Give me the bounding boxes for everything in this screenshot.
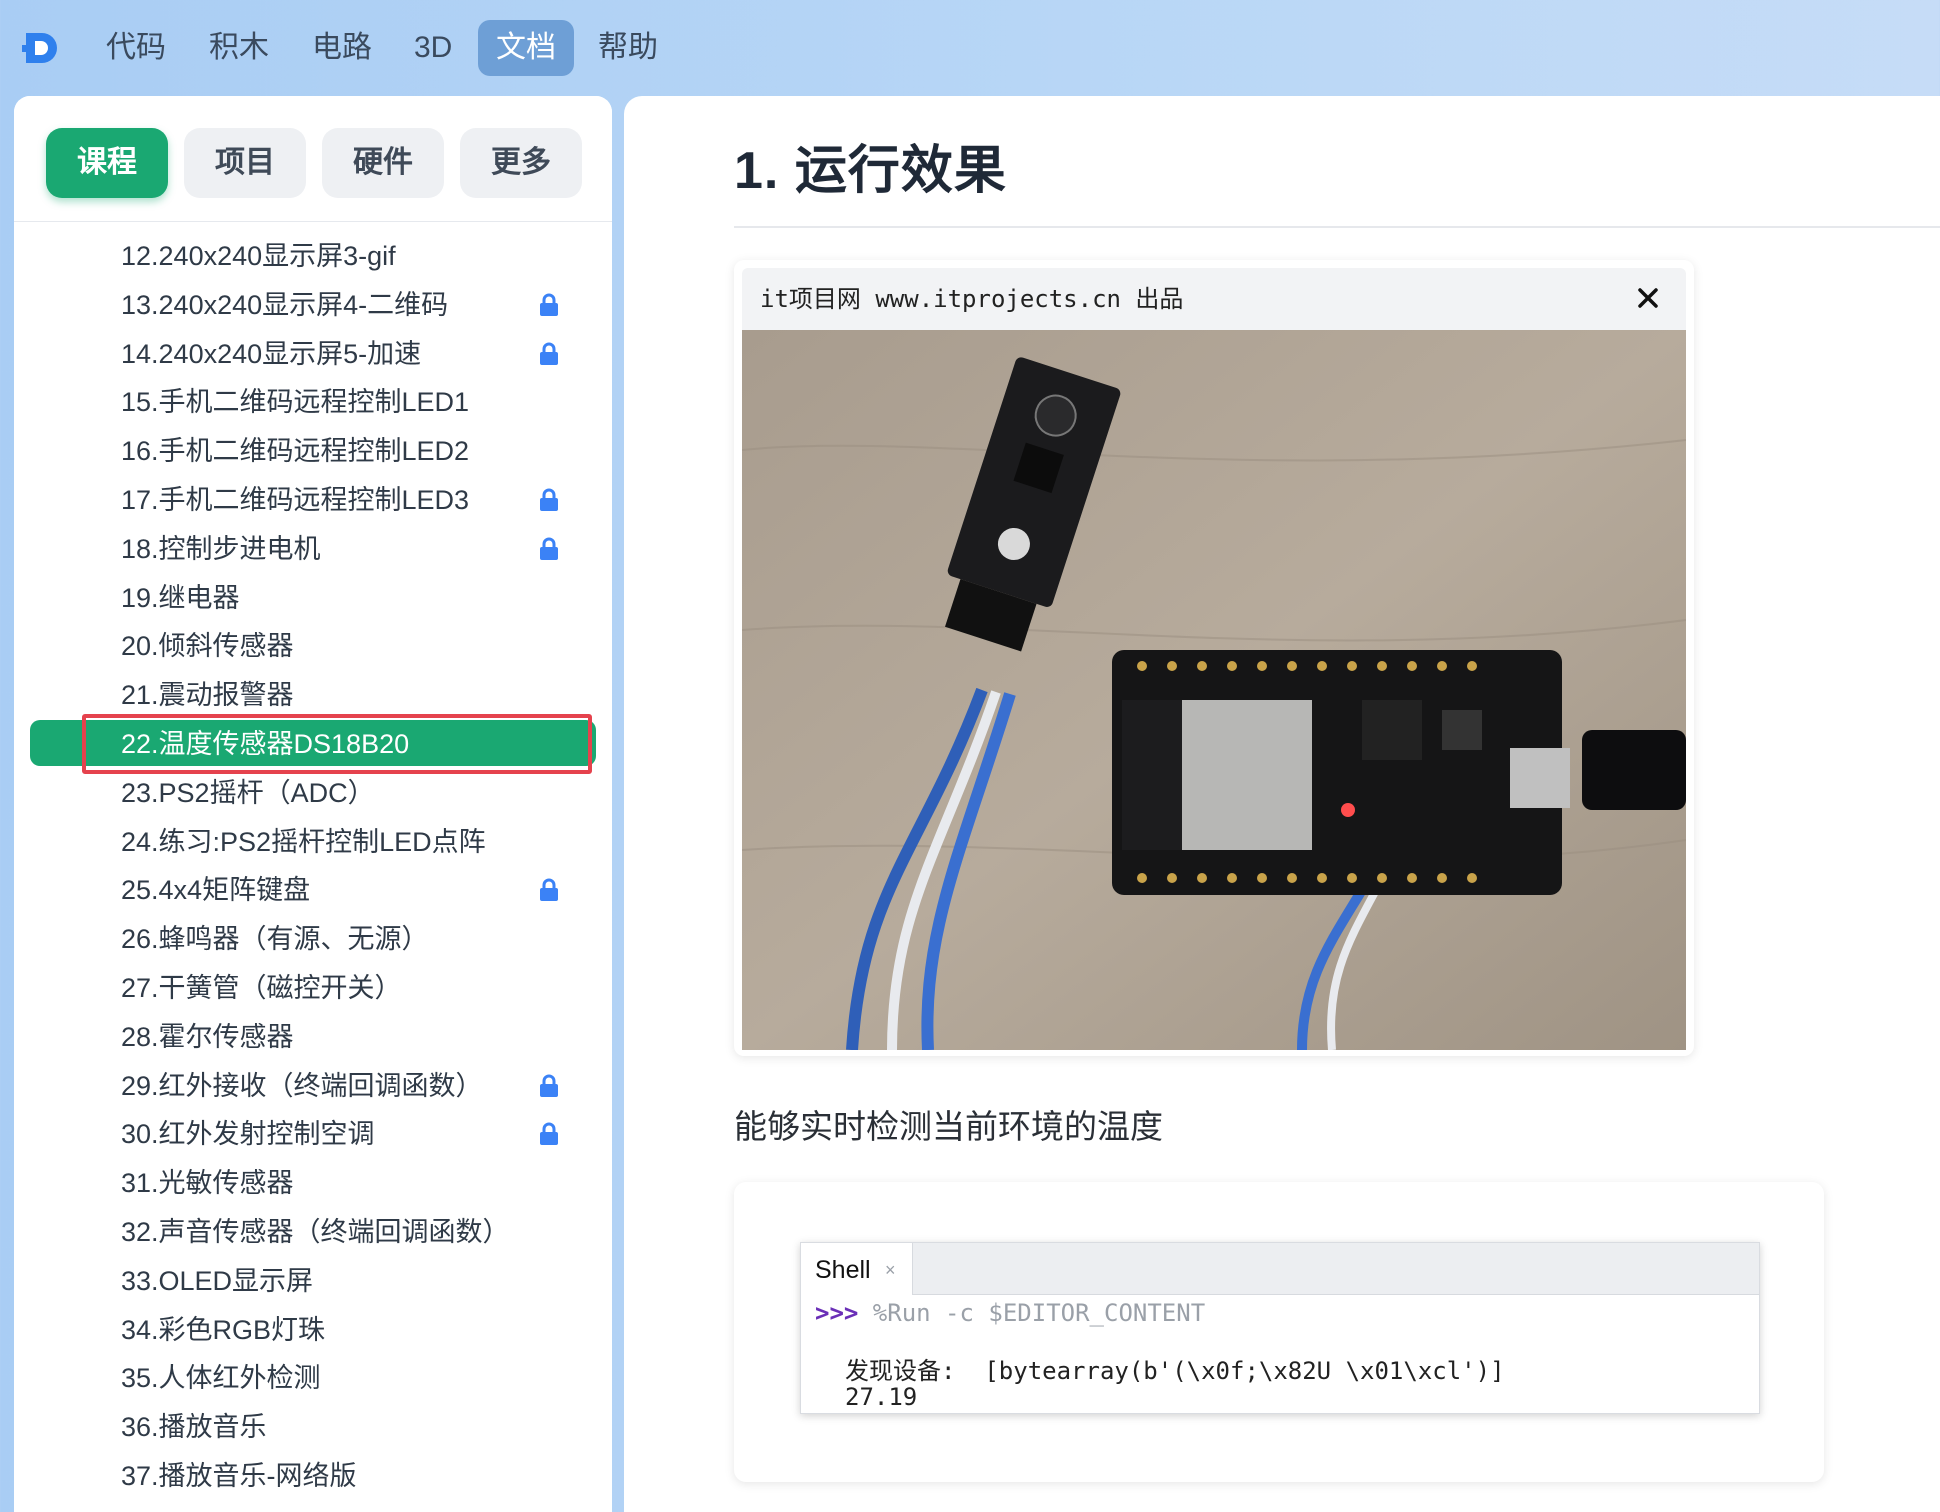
- course-item-label: 12.240x240显示屏3-gif: [121, 241, 396, 271]
- nav-docs[interactable]: 文档: [478, 20, 574, 76]
- course-item-label: 37.播放音乐-网络版: [121, 1461, 357, 1491]
- course-item[interactable]: 12.240x240显示屏3-gif: [14, 232, 612, 280]
- shell-output-value: [bytearray(b'(\x0f;\x82U \x01\xcl')]: [955, 1357, 1505, 1385]
- course-item-label: 14.240x240显示屏5-加速: [121, 338, 422, 369]
- course-item-label: 17.手机二维码远程控制LED3: [121, 485, 470, 515]
- course-item-label: 19.继电器: [121, 582, 240, 613]
- shell-tab-label: Shell: [815, 1256, 871, 1284]
- course-item[interactable]: 25.4x4矩阵键盘: [14, 866, 612, 914]
- course-item[interactable]: 31.光敏传感器: [14, 1159, 612, 1207]
- course-item-label: 13.240x240显示屏4-二维码: [121, 289, 449, 320]
- nav-help[interactable]: 帮助: [580, 20, 676, 76]
- shell-tabbar: Shell ×: [801, 1243, 1759, 1295]
- nav-3d[interactable]: 3D: [396, 20, 470, 76]
- page-title: 1. 运行效果: [734, 142, 1007, 200]
- course-item[interactable]: 26.蜂鸣器（有源、无源）: [14, 915, 612, 963]
- shell-screenshot-card: Shell × >>> %Run -c $EDITOR_CONTENT 发现设备…: [734, 1182, 1824, 1482]
- course-item[interactable]: 27.干簧管（磁控开关）: [14, 964, 612, 1012]
- top-navigation-bar: 代码 积木 电路 3D 文档 帮助: [0, 0, 1940, 96]
- course-item-label: 25.4x4矩阵键盘: [121, 875, 311, 906]
- course-item-label: 24.练习:PS2摇杆控制LED点阵: [121, 826, 486, 857]
- course-item[interactable]: 32.声音传感器（终端回调函数）: [14, 1208, 612, 1256]
- course-sidebar: 课程 项目 硬件 更多 12.240x240显示屏3-gif 13.240x240…: [14, 96, 612, 1512]
- course-item-label: 21.震动报警器: [121, 680, 294, 711]
- course-item[interactable]: 35.人体红外检测: [14, 1354, 612, 1402]
- title-divider: [734, 226, 1940, 228]
- course-item-label: 32.声音传感器（终端回调函数）: [121, 1217, 510, 1247]
- tab-courses[interactable]: 课程: [46, 128, 168, 198]
- course-item-label: 18.控制步进电机: [121, 533, 321, 564]
- shell-tab[interactable]: Shell ×: [801, 1243, 913, 1295]
- sidebar-tabs: 课程 项目 硬件 更多: [14, 96, 612, 222]
- shell-tab-close-icon[interactable]: ×: [885, 1243, 896, 1297]
- course-item-label: 27.干簧管（磁控开关）: [121, 973, 402, 1003]
- nav-code[interactable]: 代码: [88, 20, 184, 76]
- shell-output-line: 发现设备: [bytearray(b'(\x0f;\x82U \x01\xcl'…: [845, 1351, 1505, 1386]
- course-item-label: 29.红外接收（终端回调函数）: [121, 1070, 483, 1101]
- tab-hardware[interactable]: 硬件: [322, 128, 444, 198]
- course-item-label: 15.手机二维码远程控制LED1: [121, 387, 470, 418]
- nav-circuit[interactable]: 电路: [294, 20, 390, 76]
- course-item-active[interactable]: 22.温度传感器DS18B20: [14, 714, 612, 774]
- nav-blocks[interactable]: 积木: [191, 20, 287, 76]
- course-item[interactable]: 18.控制步进电机: [14, 525, 612, 573]
- lock-icon: [540, 342, 558, 365]
- image-header: it项目网 www.itprojects.cn 出品: [742, 268, 1686, 330]
- shell-command: %Run -c $EDITOR_CONTENT: [858, 1299, 1206, 1327]
- document-content: 1. 运行效果 it项目网 www.itprojects.cn 出品 能够实时检…: [624, 96, 1940, 1512]
- course-item[interactable]: 36.播放音乐: [14, 1403, 612, 1451]
- course-item[interactable]: 21.震动报警器: [14, 671, 612, 719]
- course-item-label: 35.人体红外检测: [121, 1363, 321, 1394]
- lock-icon: [540, 1074, 558, 1097]
- course-item[interactable]: 37.播放音乐-网络版: [14, 1452, 612, 1500]
- tab-more[interactable]: 更多: [460, 128, 582, 198]
- lock-icon: [540, 878, 558, 902]
- selection-highlight-box: [82, 714, 592, 774]
- shell-temperature: 27.19: [845, 1383, 918, 1411]
- course-item-label: 16.手机二维码远程控制LED2: [121, 436, 470, 467]
- shell-prompt: >>>: [815, 1299, 859, 1327]
- result-description: 能够实时检测当前环境的温度: [734, 1108, 1163, 1145]
- hardware-photo: [742, 330, 1686, 1050]
- image-caption: it项目网 www.itprojects.cn 出品: [760, 285, 1184, 313]
- lock-icon: [540, 537, 558, 560]
- course-item[interactable]: 15.手机二维码远程控制LED1: [14, 378, 612, 426]
- course-item-label: 28.霍尔传感器: [121, 1021, 294, 1052]
- course-item[interactable]: 13.240x240显示屏4-二维码: [14, 281, 612, 329]
- course-item-label: 23.PS2摇杆（ADC）: [121, 777, 375, 808]
- course-item[interactable]: 17.手机二维码远程控制LED3: [14, 476, 612, 524]
- course-item-label: 34.彩色RGB灯珠: [121, 1314, 326, 1345]
- course-item[interactable]: 16.手机二维码远程控制LED2: [14, 427, 612, 475]
- course-item[interactable]: 14.240x240显示屏5-加速: [14, 330, 612, 378]
- course-item[interactable]: 19.继电器: [14, 574, 612, 622]
- course-item-label: 20.倾斜传感器: [121, 631, 294, 662]
- course-item[interactable]: 23.PS2摇杆（ADC）: [14, 769, 612, 817]
- shell-output-label: 发现设备:: [845, 1357, 956, 1385]
- course-item[interactable]: 24.练习:PS2摇杆控制LED点阵: [14, 818, 612, 866]
- course-item[interactable]: 28.霍尔传感器: [14, 1013, 612, 1061]
- lock-icon: [540, 488, 558, 511]
- lock-icon: [540, 293, 558, 316]
- tab-projects[interactable]: 项目: [184, 128, 306, 198]
- lock-icon: [540, 1122, 558, 1146]
- course-item[interactable]: 30.红外发射控制空调: [14, 1110, 612, 1158]
- course-item-label: 30.红外发射控制空调: [121, 1119, 375, 1150]
- course-item[interactable]: 33.OLED显示屏: [14, 1257, 612, 1305]
- shell-panel: Shell × >>> %Run -c $EDITOR_CONTENT 发现设备…: [800, 1242, 1760, 1414]
- course-item[interactable]: 34.彩色RGB灯珠: [14, 1306, 612, 1354]
- course-item[interactable]: 20.倾斜传感器: [14, 622, 612, 670]
- result-image-card: it项目网 www.itprojects.cn 出品: [734, 260, 1694, 1056]
- course-item-label: 31.光敏传感器: [121, 1168, 294, 1199]
- course-item-label: 36.播放音乐: [121, 1412, 267, 1443]
- close-icon[interactable]: [1632, 282, 1664, 314]
- shell-command-line: >>> %Run -c $EDITOR_CONTENT: [815, 1299, 1205, 1327]
- course-item-label: 26.蜂鸣器（有源、无源）: [121, 924, 429, 955]
- app-logo-icon[interactable]: [22, 29, 60, 67]
- course-list: 12.240x240显示屏3-gif 13.240x240显示屏4-二维码 14.2…: [14, 222, 612, 1512]
- course-item-label: 33.OLED显示屏: [121, 1265, 314, 1296]
- course-item[interactable]: 29.红外接收（终端回调函数）: [14, 1062, 612, 1110]
